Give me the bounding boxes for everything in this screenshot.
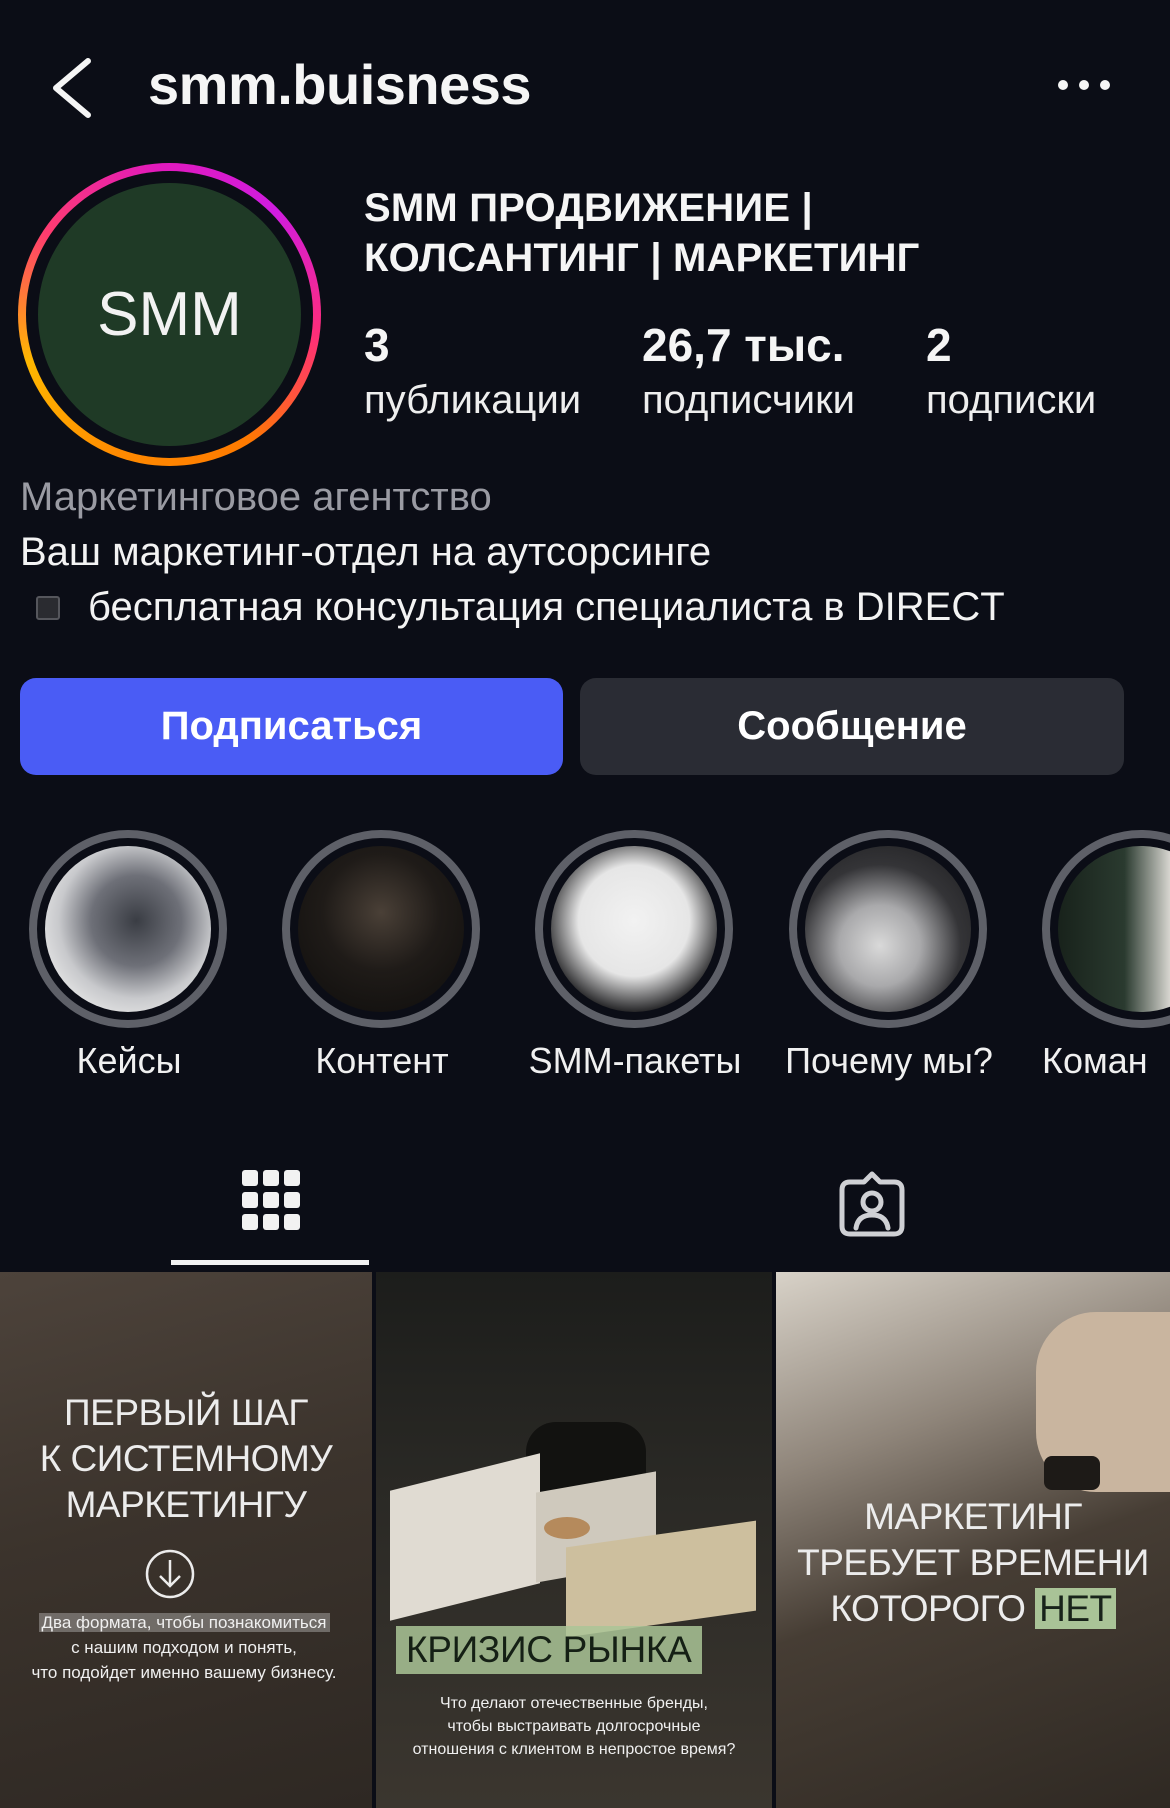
post-title: МАРКЕТИНГ ТРЕБУЕТ ВРЕМЕНИ КОТОРОГО НЕТ bbox=[776, 1494, 1170, 1632]
post-subtitle-line: отношения с клиентом в непростое время? bbox=[412, 1741, 736, 1758]
stat-label: подписки bbox=[926, 378, 1097, 422]
stat-followers[interactable]: 26,7 тыс. подписчики bbox=[642, 318, 855, 426]
bio-line: бесплатная консультация специалиста в DI… bbox=[20, 585, 1005, 630]
back-arrow-icon[interactable] bbox=[44, 55, 104, 121]
post-subtitle-line: с нашим подходом и понять, bbox=[71, 1638, 297, 1657]
post-subtitle-line: что подойдет именно вашему бизнесу. bbox=[31, 1663, 337, 1682]
highlight-label: SMM-пакеты bbox=[528, 1040, 742, 1081]
black-square-emoji-icon bbox=[36, 595, 60, 620]
highlight-cover-image bbox=[298, 846, 464, 1012]
highlight-label: Почему мы? bbox=[785, 1040, 993, 1081]
stat-value: 2 bbox=[926, 319, 952, 371]
post-subtitle: Два формата, чтобы познакомиться с нашим… bbox=[0, 1610, 372, 1685]
highlight-why-us[interactable]: Почему мы? bbox=[785, 830, 993, 1081]
stat-label: публикации bbox=[364, 378, 582, 422]
profile-username: smm.buisness bbox=[148, 53, 532, 116]
highlight-content[interactable]: Контент bbox=[282, 830, 482, 1081]
post-subtitle-line: Два формата, чтобы познакомиться bbox=[38, 1613, 330, 1632]
stat-following[interactable]: 2 подписки bbox=[926, 318, 1096, 426]
decor bbox=[390, 1453, 540, 1621]
full-name-line: КОЛСАНТИНГ | МАРКЕТИНГ bbox=[364, 236, 920, 280]
more-options-icon[interactable] bbox=[1055, 75, 1113, 95]
post-title-line: МАРКЕТИНГ bbox=[864, 1496, 1082, 1537]
post-subtitle: Что делают отечественные бренды, чтобы в… bbox=[376, 1692, 772, 1761]
tagged-photos-icon[interactable] bbox=[836, 1170, 908, 1238]
highlight-label: Контент bbox=[315, 1040, 449, 1081]
message-button[interactable]: Сообщение bbox=[580, 678, 1124, 775]
post-title-line: КОТОРОГО bbox=[830, 1588, 1026, 1629]
decor bbox=[544, 1517, 590, 1539]
stat-label: подписчики bbox=[642, 378, 855, 422]
bio-line: Ваш маркетинг-отдел на аутсорсинге bbox=[20, 530, 712, 574]
bio-line-text: бесплатная консультация специалиста в DI… bbox=[88, 585, 1005, 629]
post-subtitle-line: Что делают отечественные бренды, bbox=[440, 1695, 708, 1712]
highlight-smm-packages[interactable]: SMM-пакеты bbox=[529, 830, 741, 1081]
post-title-line: ТРЕБУЕТ ВРЕМЕНИ bbox=[797, 1542, 1149, 1583]
highlight-cover-image bbox=[805, 846, 971, 1012]
post-title-highlight: НЕТ bbox=[1035, 1588, 1116, 1629]
decor bbox=[1044, 1456, 1100, 1490]
post-title: ПЕРВЫЙ ШАГ К СИСТЕМНОМУ МАРКЕТИНГУ bbox=[0, 1390, 372, 1528]
post-tile[interactable]: КРИЗИС РЫНКА Что делают отечественные бр… bbox=[376, 1272, 772, 1808]
highlight-cases[interactable]: Кейсы bbox=[29, 830, 229, 1081]
full-name-line: SMM ПРОДВИЖЕНИЕ | bbox=[364, 186, 813, 230]
profile-page: smm.buisness SMM SMM ПРОДВИЖЕНИЕ | КОЛСА… bbox=[0, 0, 1170, 1808]
post-title: КРИЗИС РЫНКА bbox=[396, 1626, 702, 1674]
profile-full-name: SMM ПРОДВИЖЕНИЕ | КОЛСАНТИНГ | МАРКЕТИНГ bbox=[364, 183, 1124, 283]
post-title-line: МАРКЕТИНГУ bbox=[65, 1484, 307, 1525]
highlight-cover-image bbox=[45, 846, 211, 1012]
highlight-team[interactable]: Коман bbox=[1042, 830, 1170, 1081]
active-tab-indicator bbox=[171, 1260, 369, 1265]
highlight-label: Коман bbox=[1042, 1040, 1148, 1081]
highlight-cover-image bbox=[1058, 846, 1170, 1012]
posts-grid-icon[interactable] bbox=[240, 1166, 302, 1234]
post-tile[interactable]: ПЕРВЫЙ ШАГ К СИСТЕМНОМУ МАРКЕТИНГУ Два ф… bbox=[0, 1272, 372, 1808]
highlight-cover-image bbox=[551, 846, 717, 1012]
avatar: SMM bbox=[38, 183, 301, 446]
down-arrow-circle-icon bbox=[145, 1549, 195, 1599]
stat-value: 26,7 тыс. bbox=[642, 319, 845, 371]
stat-posts[interactable]: 3 публикации bbox=[364, 318, 581, 426]
avatar-story-ring[interactable]: SMM bbox=[18, 163, 321, 466]
profile-category: Маркетинговое агентство bbox=[20, 475, 492, 519]
post-title-line: ПЕРВЫЙ ШАГ bbox=[64, 1392, 308, 1433]
highlight-label: Кейсы bbox=[76, 1040, 182, 1081]
post-title-line: К СИСТЕМНОМУ bbox=[39, 1438, 333, 1479]
follow-button[interactable]: Подписаться bbox=[20, 678, 563, 775]
stat-value: 3 bbox=[364, 319, 390, 371]
post-subtitle-line: чтобы выстраивать долгосрочные bbox=[447, 1718, 701, 1735]
post-tile[interactable]: МАРКЕТИНГ ТРЕБУЕТ ВРЕМЕНИ КОТОРОГО НЕТ bbox=[776, 1272, 1170, 1808]
